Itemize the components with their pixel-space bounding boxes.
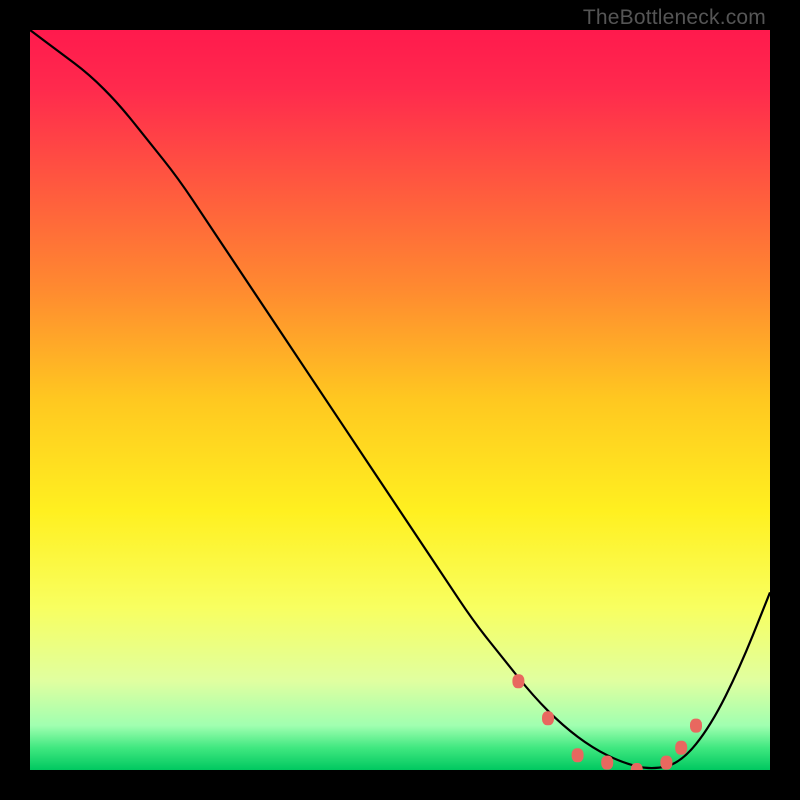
chart-container: TheBottleneck.com [0,0,800,800]
marker-point [512,674,524,688]
marker-point [542,711,554,725]
marker-point [601,756,613,770]
marker-point [660,756,672,770]
plot-area [30,30,770,770]
bottleneck-curve [30,30,770,768]
marker-point [572,748,584,762]
marker-point [675,741,687,755]
chart-curve-layer [30,30,770,770]
marker-point [690,719,702,733]
watermark-text: TheBottleneck.com [583,6,766,30]
highlight-markers [512,674,702,770]
